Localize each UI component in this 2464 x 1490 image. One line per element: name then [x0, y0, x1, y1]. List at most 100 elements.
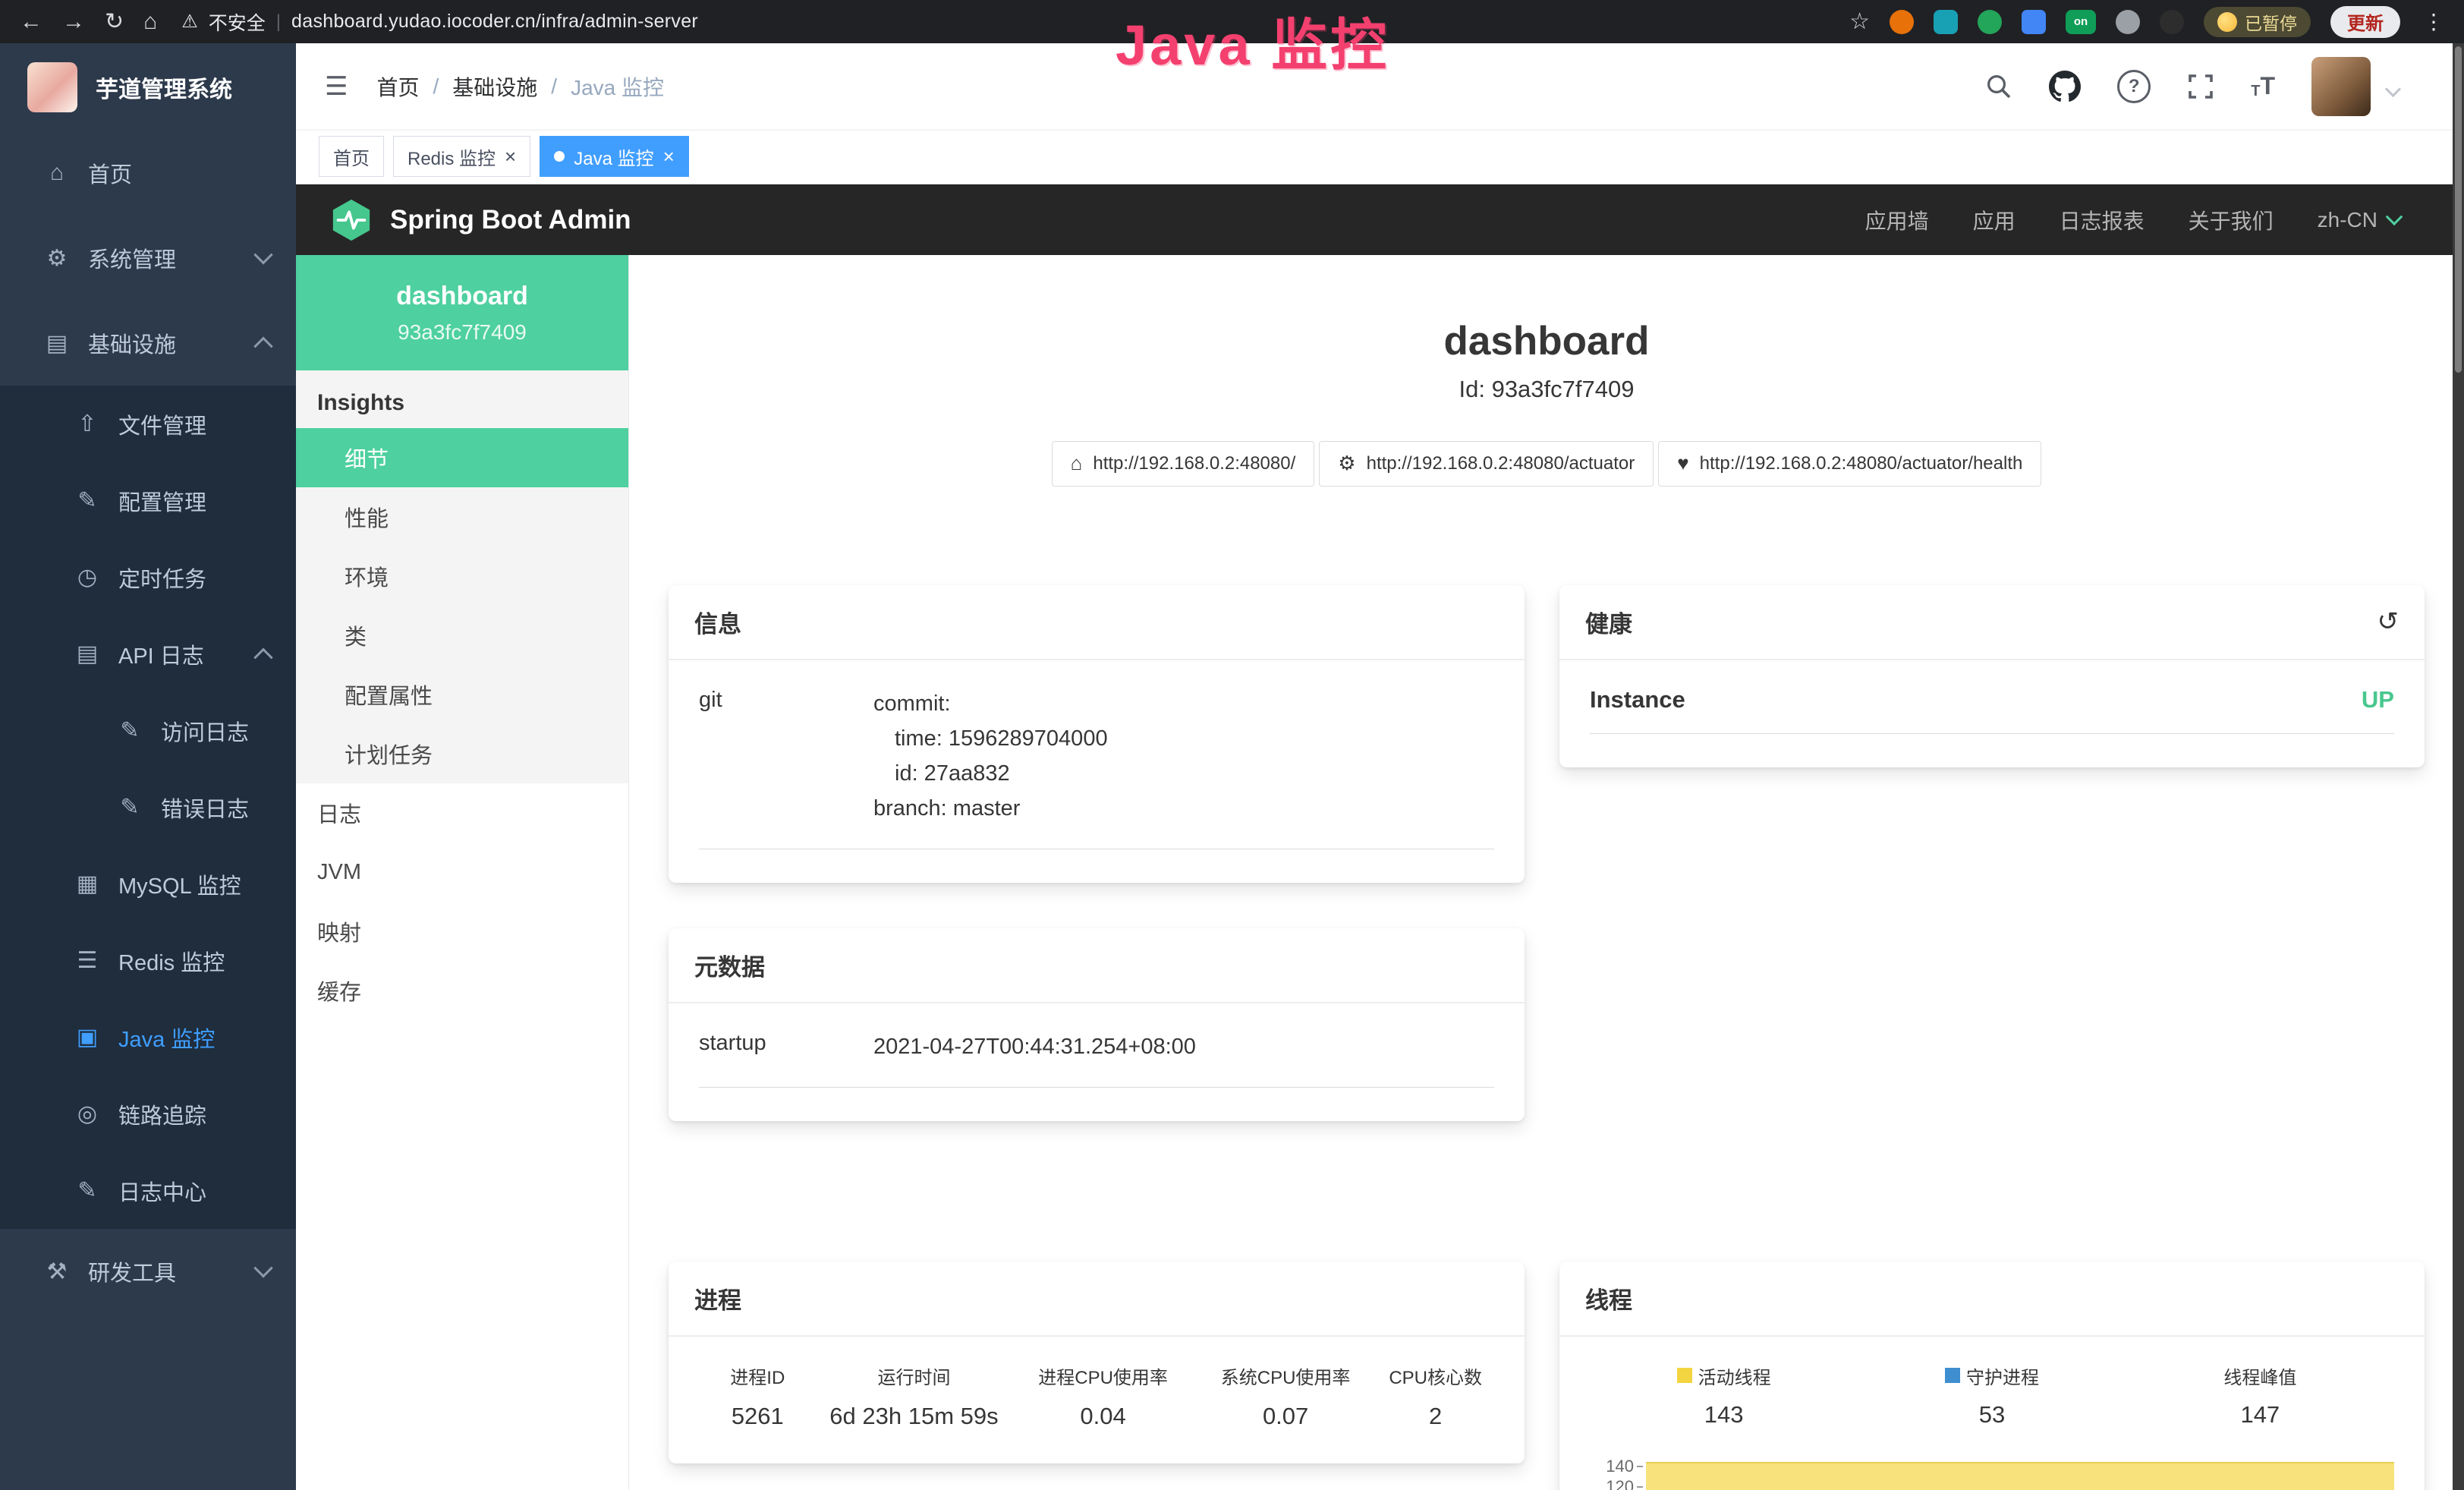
app-frame: 芋道管理系统 ⌂ 首页 ⚙ 系统管理 ▤ 基础设施 ⇧ 文件管理 [0, 43, 2464, 1490]
extension-icon[interactable] [1890, 10, 1914, 34]
sba-item-mappings[interactable]: 映射 [296, 902, 628, 961]
sba-item-scheduled-tasks[interactable]: 计划任务 [296, 724, 628, 783]
threads-card-title: 线程 [1585, 1281, 1632, 1315]
edit-icon: ✎ [73, 487, 102, 514]
instance-actuator-link[interactable]: ⚙ http://192.168.0.2:48080/actuator [1319, 441, 1654, 487]
help-icon[interactable]: ? [2117, 70, 2151, 103]
sba-item-classes[interactable]: 类 [296, 606, 628, 665]
hamburger-icon[interactable]: ☰ [325, 71, 348, 102]
sba-instance-header[interactable]: dashboard 93a3fc7f7409 [296, 255, 628, 370]
browser-scrollbar[interactable] [2453, 43, 2464, 1490]
sidebar-item-java-monitor[interactable]: ▣ Java 监控 [0, 999, 296, 1076]
sidebar-item-system-management[interactable]: ⚙ 系统管理 [0, 216, 296, 301]
breadcrumb-infrastructure[interactable]: 基础设施 [452, 71, 537, 102]
tab-java-monitor[interactable]: Java 监控 × [540, 136, 689, 177]
font-size-icon[interactable]: TT [2251, 72, 2275, 100]
sidebar-item-config-management[interactable]: ✎ 配置管理 [0, 462, 296, 539]
address-bar[interactable]: ⚠ 不安全 | dashboard.yudao.iocoder.cn/infra… [181, 8, 698, 36]
instance-health-link[interactable]: ♥ http://192.168.0.2:48080/actuator/heal… [1658, 441, 2041, 487]
fullscreen-icon[interactable] [2187, 73, 2214, 100]
search-icon[interactable] [1985, 73, 2012, 100]
topbar-actions: ? TT [1985, 57, 2435, 116]
extension-icon[interactable] [2116, 10, 2140, 34]
sba-item-metrics[interactable]: 性能 [296, 487, 628, 547]
home-icon: ⌂ [42, 160, 71, 186]
sidebar-item-log-center[interactable]: ✎ 日志中心 [0, 1152, 296, 1229]
sidebar-item-api-logs[interactable]: ▤ API 日志 [0, 616, 296, 692]
health-instance-row[interactable]: Instance UP [1590, 686, 2394, 734]
sidebar-item-dev-tools[interactable]: ⚒ 研发工具 [0, 1229, 296, 1314]
cards-area: 信息 git commit: time: 1596289704000 [669, 585, 2425, 1490]
sidebar-item-home[interactable]: ⌂ 首页 [0, 131, 296, 216]
gear-icon: ⚙ [42, 245, 71, 272]
sidebar-item-link-tracing[interactable]: ◎ 链路追踪 [0, 1076, 296, 1152]
sba-nav-wall[interactable]: 应用墙 [1865, 205, 1929, 235]
sidebar-item-file-management[interactable]: ⇧ 文件管理 [0, 386, 296, 462]
process-header: 系统CPU使用率 [1194, 1362, 1377, 1389]
sba-nav-about[interactable]: 关于我们 [2189, 205, 2274, 235]
sba-language-select[interactable]: zh-CN [2318, 208, 2400, 232]
chevron-down-icon [2386, 208, 2403, 225]
close-icon[interactable]: × [663, 146, 675, 166]
sba-brand[interactable]: Spring Boot Admin [329, 198, 631, 242]
paused-badge[interactable]: 已暂停 [2204, 7, 2311, 37]
sba-instance-name: dashboard [396, 282, 528, 311]
monitor-icon: ▤ [42, 330, 71, 357]
bookmark-star-icon[interactable]: ☆ [1849, 11, 1870, 33]
sidebar-item-label: 文件管理 [118, 408, 206, 440]
sba-nav-journal[interactable]: 日志报表 [2060, 205, 2145, 235]
sidebar-item-label: 配置管理 [118, 485, 206, 517]
extension-icon[interactable] [1978, 10, 2002, 34]
sba-insights-label: Insights [296, 370, 628, 428]
update-button[interactable]: 更新 [2330, 6, 2400, 38]
sidebar-item-scheduled-tasks[interactable]: ◷ 定时任务 [0, 539, 296, 616]
user-avatar[interactable] [2311, 57, 2371, 116]
extension-switch-icon[interactable]: on [2066, 10, 2096, 34]
extension-icon[interactable] [2160, 10, 2184, 34]
github-icon[interactable] [2049, 71, 2081, 102]
app-title: 芋道管理系统 [96, 71, 232, 104]
url-text[interactable]: dashboard.yudao.iocoder.cn/infra/admin-s… [291, 11, 698, 33]
legend-swatch-daemon [1945, 1368, 1960, 1383]
link-url: http://192.168.0.2:48080/ [1093, 453, 1295, 474]
sidebar-item-infrastructure[interactable]: ▤ 基础设施 [0, 301, 296, 386]
info-value-line: branch: master [873, 791, 1494, 826]
tab-redis-monitor[interactable]: Redis 监控 × [393, 136, 530, 177]
back-icon[interactable]: ← [20, 11, 42, 33]
sba-nav-applications[interactable]: 应用 [1973, 205, 2016, 235]
browser-menu-kebab-icon[interactable]: ⋮ [2423, 9, 2444, 34]
instance-subtitle: Id: 93a3fc7f7409 [669, 376, 2425, 403]
home-icon[interactable]: ⌂ [143, 11, 157, 33]
avatar-caret-icon[interactable] [2385, 81, 2401, 97]
forward-icon[interactable]: → [62, 11, 85, 33]
tab-home[interactable]: 首页 [319, 136, 384, 177]
scrollbar-thumb[interactable] [2455, 46, 2462, 373]
sba-item-config-props[interactable]: 配置属性 [296, 665, 628, 724]
sidebar-item-label: 定时任务 [118, 562, 206, 594]
sidebar-item-label: API 日志 [118, 638, 204, 670]
sidebar-item-error-logs[interactable]: ✎ 错误日志 [0, 769, 296, 846]
sidebar-item-redis-monitor[interactable]: ☰ Redis 监控 [0, 922, 296, 999]
sba-item-environment[interactable]: 环境 [296, 547, 628, 606]
sba-item-caches[interactable]: 缓存 [296, 961, 628, 1020]
sba-item-details[interactable]: 细节 [296, 428, 628, 487]
history-icon[interactable]: ↺ [2377, 606, 2399, 637]
breadcrumb-home[interactable]: 首页 [376, 71, 419, 102]
health-card: 健康 ↺ Instance UP [1559, 585, 2425, 767]
ytick-label: 140 [1606, 1456, 1643, 1476]
extension-icon[interactable] [2022, 10, 2046, 34]
sidebar-item-access-logs[interactable]: ✎ 访问日志 [0, 692, 296, 769]
close-icon[interactable]: × [505, 146, 516, 166]
app-logo[interactable]: 芋道管理系统 [0, 43, 296, 131]
security-warning-text[interactable]: 不安全 [209, 8, 266, 36]
legend-label: 活动线程 [1698, 1362, 1771, 1389]
refresh-icon[interactable]: ↻ [105, 11, 124, 33]
sba-insights-group: Insights 细节 性能 环境 类 配置属性 计划任务 [296, 370, 628, 783]
instance-home-link[interactable]: ⌂ http://192.168.0.2:48080/ [1052, 441, 1315, 487]
sba-item-logs[interactable]: 日志 [296, 783, 628, 843]
sba-item-jvm[interactable]: JVM [296, 843, 628, 902]
extension-icon[interactable] [1934, 10, 1958, 34]
sidebar-item-mysql-monitor[interactable]: ▦ MySQL 监控 [0, 846, 296, 922]
main-column: ☰ 首页 / 基础设施 / Java 监控 ? [296, 43, 2464, 1490]
sidebar-item-label: 研发工具 [88, 1255, 176, 1287]
